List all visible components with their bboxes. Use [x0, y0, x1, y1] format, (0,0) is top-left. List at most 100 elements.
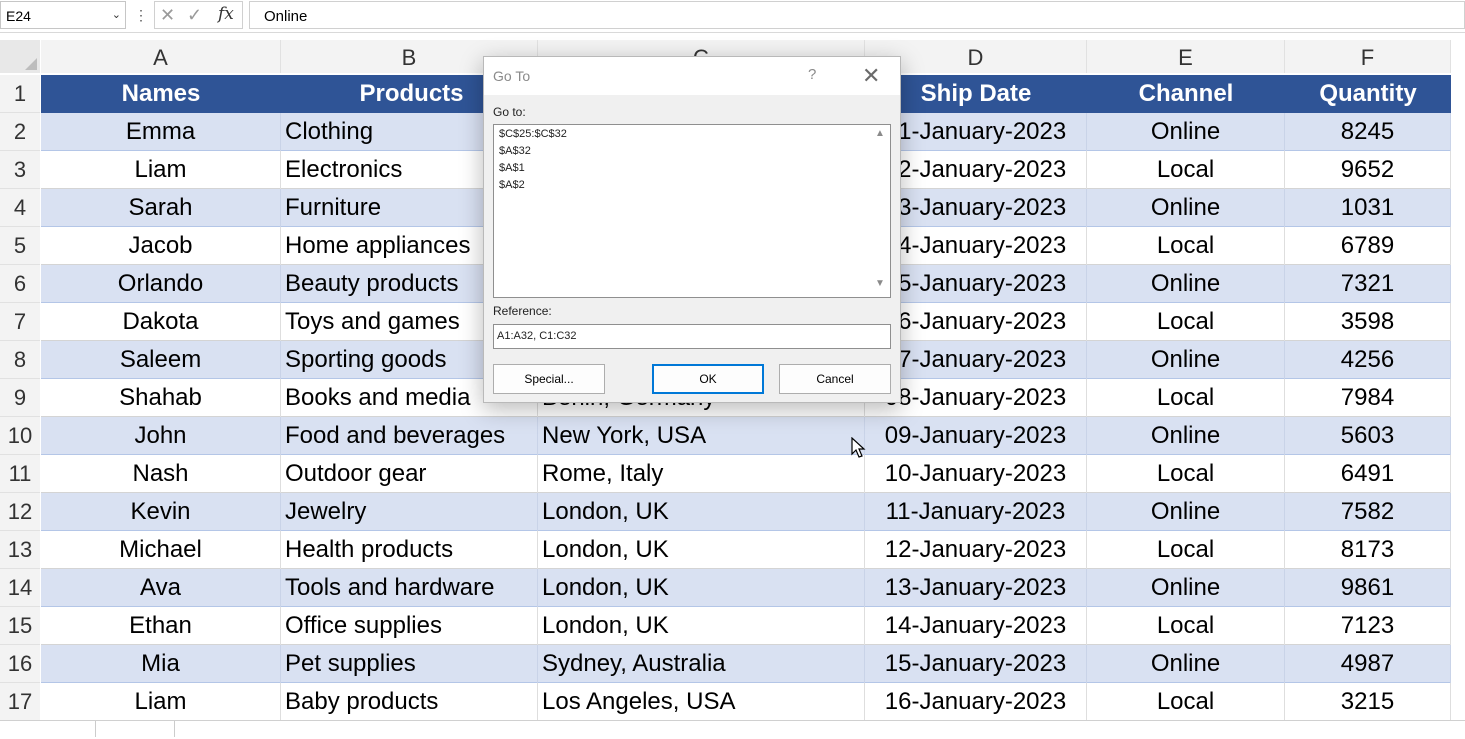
cell-name[interactable]: Ava	[41, 569, 281, 607]
cell-city[interactable]: London, UK	[538, 531, 865, 569]
row-header-15[interactable]: 15	[0, 607, 40, 645]
cell-channel[interactable]: Online	[1087, 493, 1285, 531]
cell-name[interactable]: Saleem	[41, 341, 281, 379]
cell-quantity[interactable]: 3598	[1285, 303, 1451, 341]
row-header-14[interactable]: 14	[0, 569, 40, 607]
row-header-5[interactable]: 5	[0, 227, 40, 265]
cell-product[interactable]: Outdoor gear	[281, 455, 538, 493]
cell-channel[interactable]: Local	[1087, 531, 1285, 569]
row-header-13[interactable]: 13	[0, 531, 40, 569]
column-header-e[interactable]: E	[1087, 40, 1285, 73]
cell-channel[interactable]: Local	[1087, 455, 1285, 493]
row-header-3[interactable]: 3	[0, 151, 40, 189]
cell-city[interactable]: Sydney, Australia	[538, 645, 865, 683]
cell-product[interactable]: Pet supplies	[281, 645, 538, 683]
cell-quantity[interactable]: 4256	[1285, 341, 1451, 379]
list-scrollbar[interactable]: ▲ ▼	[871, 125, 890, 297]
cell-name[interactable]: Liam	[41, 683, 281, 721]
cell-channel[interactable]: Local	[1087, 303, 1285, 341]
row-header-1[interactable]: 1	[0, 75, 40, 113]
cell-channel[interactable]: Online	[1087, 341, 1285, 379]
cell-city[interactable]: Los Angeles, USA	[538, 683, 865, 721]
row-header-6[interactable]: 6	[0, 265, 40, 303]
cell-name[interactable]: Orlando	[41, 265, 281, 303]
cell-date[interactable]: 14-January-2023	[865, 607, 1087, 645]
cell-channel[interactable]: Local	[1087, 607, 1285, 645]
cell-name[interactable]: Sarah	[41, 189, 281, 227]
cell-quantity[interactable]: 7321	[1285, 265, 1451, 303]
row-header-7[interactable]: 7	[0, 303, 40, 341]
check-icon[interactable]: ✓	[187, 5, 202, 26]
dialog-titlebar[interactable]: Go To ? ✕	[484, 57, 900, 95]
reference-input[interactable]: A1:A32, C1:C32	[493, 324, 891, 349]
cell-date[interactable]: 12-January-2023	[865, 531, 1087, 569]
name-box-value[interactable]: E24	[6, 8, 31, 24]
cell-channel[interactable]: Online	[1087, 113, 1285, 151]
cell-name[interactable]: John	[41, 417, 281, 455]
cell-channel[interactable]: Online	[1087, 417, 1285, 455]
row-header-2[interactable]: 2	[0, 113, 40, 151]
scroll-down-icon[interactable]: ▼	[875, 278, 885, 289]
cell-quantity[interactable]: 8173	[1285, 531, 1451, 569]
formula-input[interactable]: Online	[249, 1, 1465, 29]
cell-product[interactable]: Tools and hardware	[281, 569, 538, 607]
cell-quantity[interactable]: 5603	[1285, 417, 1451, 455]
cell-name[interactable]: Dakota	[41, 303, 281, 341]
row-header-4[interactable]: 4	[0, 189, 40, 227]
cell-date[interactable]: 10-January-2023	[865, 455, 1087, 493]
cell-channel[interactable]: Local	[1087, 227, 1285, 265]
cell-date[interactable]: 15-January-2023	[865, 645, 1087, 683]
cell-channel[interactable]: Local	[1087, 683, 1285, 721]
goto-list-item[interactable]: $A$2	[499, 179, 525, 191]
cell-quantity[interactable]: 7984	[1285, 379, 1451, 417]
cell-name[interactable]: Mia	[41, 645, 281, 683]
cell-channel[interactable]: Local	[1087, 379, 1285, 417]
cell-quantity[interactable]: 4987	[1285, 645, 1451, 683]
cell-name[interactable]: Liam	[41, 151, 281, 189]
ok-button[interactable]: OK	[652, 364, 764, 394]
cell-name[interactable]: Ethan	[41, 607, 281, 645]
goto-list-item[interactable]: $C$25:$C$32	[499, 128, 567, 140]
cell-channel[interactable]: Online	[1087, 265, 1285, 303]
row-header-8[interactable]: 8	[0, 341, 40, 379]
cell-city[interactable]: Rome, Italy	[538, 455, 865, 493]
x-icon[interactable]: ✕	[160, 5, 175, 26]
cancel-button[interactable]: Cancel	[779, 364, 891, 394]
cell-quantity[interactable]: 6491	[1285, 455, 1451, 493]
cell-name[interactable]: Emma	[41, 113, 281, 151]
goto-list-item[interactable]: $A$1	[499, 162, 525, 174]
cell-city[interactable]: London, UK	[538, 569, 865, 607]
cell-product[interactable]: Office supplies	[281, 607, 538, 645]
cell-quantity[interactable]: 9652	[1285, 151, 1451, 189]
more-options-icon[interactable]: ⋮	[134, 7, 148, 24]
formula-input-value[interactable]: Online	[264, 8, 307, 25]
cell-product[interactable]: Jewelry	[281, 493, 538, 531]
cell-product[interactable]: Baby products	[281, 683, 538, 721]
row-header-10[interactable]: 10	[0, 417, 40, 455]
cell-quantity[interactable]: 6789	[1285, 227, 1451, 265]
cell-date[interactable]: 09-January-2023	[865, 417, 1087, 455]
row-header-16[interactable]: 16	[0, 645, 40, 683]
scroll-up-icon[interactable]: ▲	[875, 128, 885, 139]
reference-input-value[interactable]: A1:A32, C1:C32	[497, 330, 577, 342]
goto-list-item[interactable]: $A$32	[499, 145, 531, 157]
column-header-a[interactable]: A	[41, 40, 281, 73]
cell-name[interactable]: Jacob	[41, 227, 281, 265]
cell-quantity[interactable]: 8245	[1285, 113, 1451, 151]
cell-date[interactable]: 13-January-2023	[865, 569, 1087, 607]
cell-product[interactable]: Health products	[281, 531, 538, 569]
cell-name[interactable]: Nash	[41, 455, 281, 493]
column-header-f[interactable]: F	[1285, 40, 1451, 73]
select-all-corner[interactable]	[0, 40, 40, 73]
header-cell-channel[interactable]: Channel	[1087, 75, 1285, 113]
cell-name[interactable]: Shahab	[41, 379, 281, 417]
row-header-17[interactable]: 17	[0, 683, 40, 721]
cell-quantity[interactable]: 3215	[1285, 683, 1451, 721]
cell-name[interactable]: Michael	[41, 531, 281, 569]
header-cell-names[interactable]: Names	[41, 75, 281, 113]
cell-quantity[interactable]: 7582	[1285, 493, 1451, 531]
chevron-down-icon[interactable]: ⌄	[112, 8, 121, 21]
goto-list[interactable]: $C$25:$C$32 $A$32 $A$1 $A$2 ▲ ▼	[493, 124, 891, 298]
cell-quantity[interactable]: 9861	[1285, 569, 1451, 607]
sheet-tab[interactable]	[95, 721, 175, 737]
